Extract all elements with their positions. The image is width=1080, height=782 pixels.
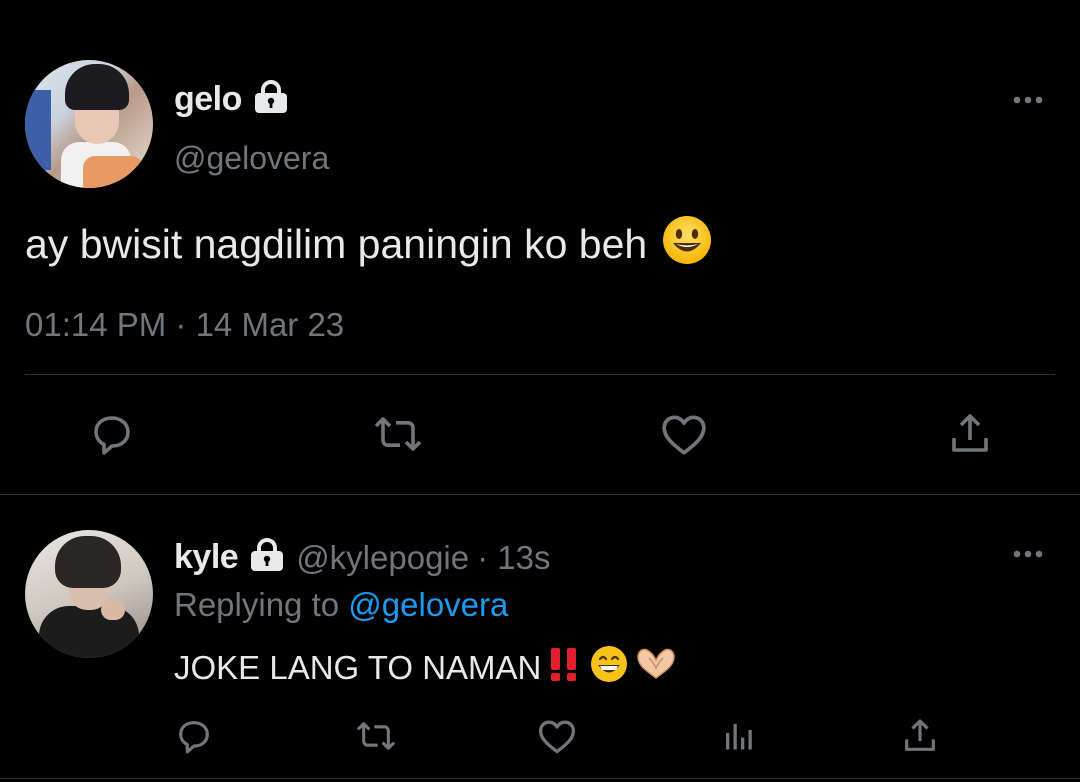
avatar[interactable] [25, 60, 153, 188]
reply-body: JOKE LANG TO NAMAN [174, 649, 542, 686]
share-button[interactable] [940, 404, 1000, 464]
smiling-face-emoji [661, 214, 713, 276]
views-button[interactable] [713, 711, 763, 761]
retweet-icon [356, 722, 396, 750]
main-tweet: gelo @gelovera ay bwisit nagdilim paning… [0, 0, 1080, 494]
reply-header: kyle @kylepogie · 13s [174, 538, 551, 577]
tweet-timestamp[interactable]: 01:14 PM · 14 Mar 23 [25, 306, 344, 344]
share-icon [905, 719, 935, 751]
share-button[interactable] [895, 711, 945, 761]
divider [0, 778, 1080, 779]
replying-handle-link[interactable]: @gelovera [348, 586, 508, 623]
tweet-body: ay bwisit nagdilim paningin ko beh [25, 221, 648, 267]
share-icon [952, 414, 988, 452]
lock-icon [248, 538, 286, 577]
author-handle[interactable]: @gelovera [174, 140, 329, 177]
double-exclamation-emoji [545, 646, 585, 690]
like-button[interactable] [532, 711, 582, 761]
like-icon [538, 720, 576, 754]
time-ago[interactable]: · 13s [477, 539, 550, 577]
lock-icon [252, 80, 290, 119]
avatar[interactable] [25, 530, 153, 658]
thread-view: gelo @gelovera ay bwisit nagdilim paning… [0, 0, 1080, 782]
heart-hands-emoji [633, 644, 679, 692]
retweet-icon [374, 417, 422, 451]
replying-prefix: Replying to [174, 586, 340, 623]
replying-to: Replying to @gelovera [174, 586, 508, 624]
views-icon [726, 724, 752, 750]
display-name[interactable]: gelo [174, 80, 242, 119]
grinning-face-emoji [589, 644, 629, 692]
author-name-row: gelo [174, 80, 290, 119]
more-icon[interactable] [1012, 92, 1044, 113]
divider [0, 494, 1080, 495]
retweet-button[interactable] [351, 711, 401, 761]
reply-icon [94, 416, 130, 455]
more-icon[interactable] [1012, 546, 1044, 567]
retweet-button[interactable] [368, 404, 428, 464]
tweet-text: ay bwisit nagdilim paningin ko beh [25, 214, 713, 276]
display-name[interactable]: kyle [174, 538, 239, 577]
like-button[interactable] [654, 404, 714, 464]
like-icon [662, 415, 706, 455]
reply-text: JOKE LANG TO NAMAN [174, 644, 679, 692]
reply-button[interactable] [82, 404, 142, 464]
divider [25, 374, 1055, 375]
reply-icon [179, 721, 209, 754]
author-handle[interactable]: @kylepogie [296, 539, 469, 577]
reply-button[interactable] [169, 711, 219, 761]
